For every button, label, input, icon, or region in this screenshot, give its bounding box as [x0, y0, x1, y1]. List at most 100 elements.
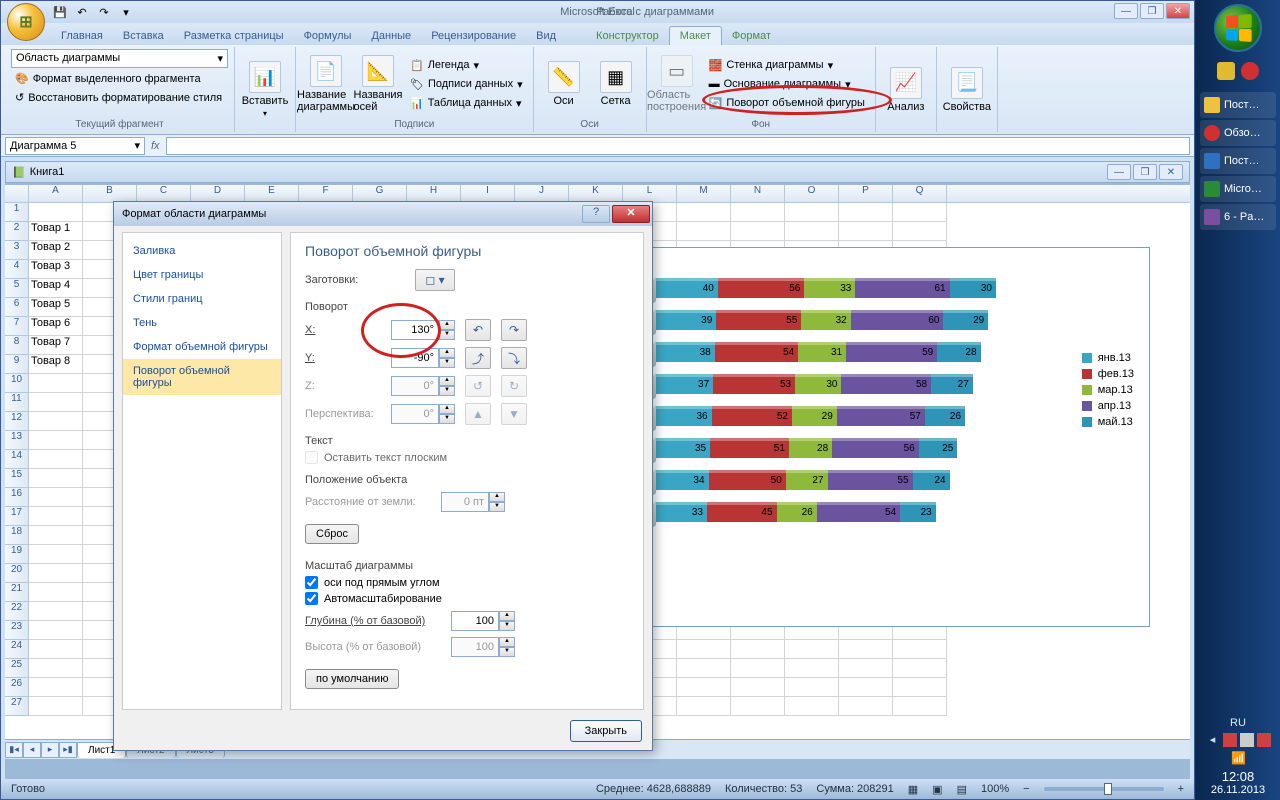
row-header[interactable]: 12 — [5, 412, 29, 431]
axis-titles-button[interactable]: 📐Названия осей — [354, 53, 402, 115]
zoom-level[interactable]: 100% — [981, 783, 1009, 795]
row-header[interactable]: 2 — [5, 222, 29, 241]
cell[interactable] — [29, 659, 83, 678]
zoom-in-button[interactable]: + — [1178, 783, 1184, 795]
row-header[interactable]: 21 — [5, 583, 29, 602]
x-rotate-left-button[interactable]: ↶ — [465, 319, 491, 341]
axes-button[interactable]: 📏Оси — [540, 59, 588, 109]
cell[interactable]: Товар 6 — [29, 317, 83, 336]
row-header[interactable]: 18 — [5, 526, 29, 545]
zoom-slider[interactable] — [1044, 787, 1164, 791]
row-header[interactable]: 19 — [5, 545, 29, 564]
wb-maximize-button[interactable]: ❐ — [1133, 164, 1157, 180]
cell[interactable] — [731, 659, 785, 678]
reset-button[interactable]: Сброс — [305, 524, 359, 544]
column-header[interactable]: C — [137, 185, 191, 202]
column-header[interactable]: E — [245, 185, 299, 202]
taskbar-item[interactable]: Micro… — [1200, 176, 1276, 202]
properties-button[interactable]: 📃Свойства — [943, 65, 991, 115]
column-header[interactable]: G — [353, 185, 407, 202]
cell[interactable] — [677, 222, 731, 241]
row-header[interactable]: 25 — [5, 659, 29, 678]
tab-format[interactable]: Формат — [722, 27, 781, 45]
view-normal-icon[interactable]: ▦ — [908, 783, 918, 796]
save-icon[interactable]: 💾 — [51, 3, 69, 21]
cell[interactable] — [893, 659, 947, 678]
presets-dropdown[interactable]: ◻ ▾ — [415, 269, 455, 291]
column-header[interactable]: K — [569, 185, 623, 202]
column-header[interactable]: H — [407, 185, 461, 202]
column-header[interactable]: F — [299, 185, 353, 202]
default-button[interactable]: по умолчанию — [305, 669, 399, 689]
dialog-titlebar[interactable]: Формат области диаграммы ? ✕ — [114, 202, 652, 226]
cell[interactable] — [839, 640, 893, 659]
legend-button[interactable]: 📋 Легенда ▾ — [406, 57, 527, 74]
row-header[interactable]: 11 — [5, 393, 29, 412]
cell[interactable] — [29, 203, 83, 222]
row-header[interactable]: 10 — [5, 374, 29, 393]
cell[interactable] — [731, 640, 785, 659]
language-indicator[interactable]: RU — [1196, 717, 1280, 729]
taskbar-item[interactable]: Пост… — [1200, 92, 1276, 118]
data-table-button[interactable]: 📊 Таблица данных ▾ — [406, 95, 527, 112]
tab-review[interactable]: Рецензирование — [421, 27, 526, 45]
depth-spinner[interactable]: ▲▼ — [451, 611, 515, 631]
maximize-button[interactable]: ❐ — [1140, 3, 1164, 19]
cell[interactable] — [785, 203, 839, 222]
cell[interactable] — [29, 583, 83, 602]
format-selection-button[interactable]: 🎨 Формат выделенного фрагмента — [11, 70, 228, 87]
column-header[interactable]: P — [839, 185, 893, 202]
fx-icon[interactable]: fx — [151, 140, 160, 152]
cell[interactable] — [29, 450, 83, 469]
analysis-button[interactable]: 📈Анализ — [882, 65, 930, 115]
select-all-corner[interactable] — [5, 185, 29, 202]
row-header[interactable]: 26 — [5, 678, 29, 697]
zoom-out-button[interactable]: − — [1023, 783, 1029, 795]
nav-shadow[interactable]: Тень — [123, 311, 281, 335]
nav-3d-format[interactable]: Формат объемной фигуры — [123, 335, 281, 359]
minimize-button[interactable]: — — [1114, 3, 1138, 19]
row-header[interactable]: 1 — [5, 203, 29, 222]
row-header[interactable]: 22 — [5, 602, 29, 621]
cell[interactable] — [29, 412, 83, 431]
column-header[interactable]: J — [515, 185, 569, 202]
dialog-close-button[interactable]: ✕ — [612, 205, 650, 223]
quicklaunch-icon[interactable] — [1241, 62, 1259, 80]
cell[interactable] — [29, 431, 83, 450]
cell[interactable] — [29, 393, 83, 412]
row-header[interactable]: 14 — [5, 450, 29, 469]
rotation-3d-button[interactable]: 🔄 Поворот объемной фигуры — [705, 95, 869, 112]
tray-network-icon[interactable] — [1240, 733, 1254, 747]
autoscale-checkbox[interactable] — [305, 592, 318, 605]
tray-flag-icon[interactable] — [1223, 733, 1237, 747]
sheet-nav-next[interactable]: ▸ — [41, 742, 59, 758]
plot-area-button[interactable]: ▭Область построения — [653, 53, 701, 115]
cell[interactable]: Товар 8 — [29, 355, 83, 374]
undo-icon[interactable]: ↶ — [73, 3, 91, 21]
y-rotate-up-button[interactable]: ⤴ — [465, 347, 491, 369]
cell[interactable] — [893, 222, 947, 241]
taskbar-item[interactable]: Обзо… — [1200, 120, 1276, 146]
cell[interactable] — [839, 222, 893, 241]
wb-close-button[interactable]: ✕ — [1159, 164, 1183, 180]
taskbar-item[interactable]: 6 - Pa… — [1200, 204, 1276, 230]
tray-wifi-icon[interactable]: 📶 — [1231, 751, 1245, 765]
cell[interactable] — [893, 640, 947, 659]
formula-input[interactable] — [166, 137, 1190, 155]
tab-formulas[interactable]: Формулы — [294, 27, 362, 45]
row-header[interactable]: 3 — [5, 241, 29, 260]
cell[interactable] — [785, 222, 839, 241]
x-rotation-spinner[interactable]: ▲▼ — [391, 320, 455, 340]
sheet-nav-prev[interactable]: ◂ — [23, 742, 41, 758]
chart-wall-button[interactable]: 🧱 Стенка диаграммы ▾ — [705, 57, 869, 74]
cell[interactable] — [839, 203, 893, 222]
cell[interactable] — [29, 507, 83, 526]
row-header[interactable]: 23 — [5, 621, 29, 640]
cell[interactable] — [731, 203, 785, 222]
tab-layout[interactable]: Макет — [669, 26, 722, 45]
chart-object[interactable]: 4056336130395532602938543159283753305827… — [625, 247, 1150, 627]
cell[interactable] — [731, 222, 785, 241]
row-header[interactable]: 4 — [5, 260, 29, 279]
cell[interactable] — [677, 697, 731, 716]
nav-border-styles[interactable]: Стили границ — [123, 287, 281, 311]
